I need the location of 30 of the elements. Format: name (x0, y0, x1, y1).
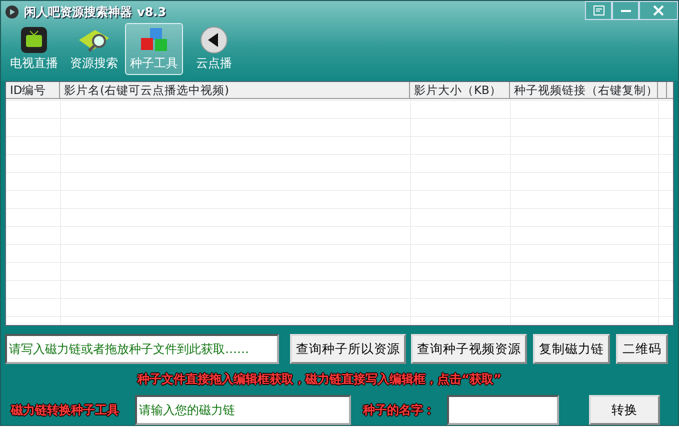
close-button[interactable] (639, 1, 678, 20)
tv-icon (20, 26, 48, 54)
column-header[interactable]: 影片大小（KB） (410, 82, 510, 98)
hint-text: 种子文件直接拖入编辑框获取，磁力链直接写入编辑框，点击“获取” (136, 371, 502, 388)
minimize-icon (620, 8, 632, 12)
version-label: v8.3 (137, 4, 166, 21)
column-header[interactable]: 种子视频链接（右键复制） (510, 82, 658, 98)
close-icon (653, 5, 664, 16)
torrent-name-field[interactable] (447, 395, 559, 425)
back-icon (200, 26, 228, 54)
column-header[interactable]: 影片名(右键可云点播选中视频) (60, 82, 410, 98)
magnet-link-field[interactable]: 请输入您的磁力链 (135, 395, 351, 425)
cubes-icon (138, 26, 170, 54)
toolbar-tab[interactable]: 资源搜索 (65, 23, 123, 75)
toolbar-tab[interactable]: 云点播 (185, 23, 243, 75)
action-button[interactable]: 查询种子所以资源 (290, 334, 406, 364)
action-button[interactable]: 查询种子视频资源 (411, 334, 527, 364)
converter-label: 磁力链转换种子工具 (10, 402, 120, 419)
window-title: 闲人吧资源搜索神器 (24, 4, 132, 21)
app-logo-icon (5, 5, 19, 19)
convert-button[interactable]: 转换 (589, 395, 660, 425)
name-label: 种子的名字： (363, 402, 435, 419)
menu-button[interactable] (585, 1, 612, 20)
action-button[interactable]: 二维码 (616, 334, 668, 364)
action-button[interactable]: 复制磁力链 (533, 334, 610, 364)
magnet-input-field[interactable]: 请写入磁力链或者拖放种子文件到此获取…… (5, 334, 279, 364)
menu-icon (592, 5, 604, 16)
column-header[interactable]: ID编号 (6, 82, 60, 98)
toolbar-tab[interactable]: 电视直播 (5, 23, 63, 75)
minimize-button[interactable] (612, 1, 639, 20)
